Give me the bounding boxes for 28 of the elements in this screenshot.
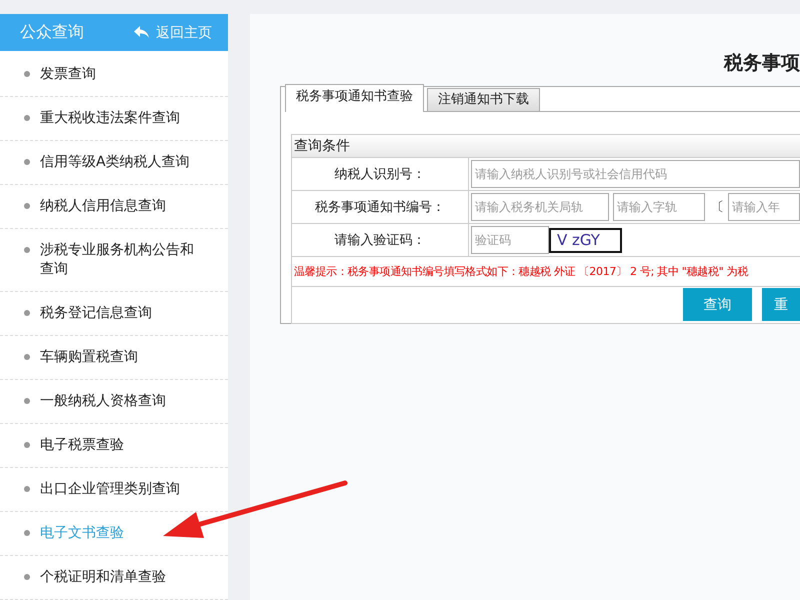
input-field[interactable]: 验证码 bbox=[471, 226, 549, 254]
sidebar-item[interactable]: 个税证明和清单查验 bbox=[0, 556, 228, 600]
captcha-image[interactable]: V zGY bbox=[549, 228, 622, 252]
sidebar-item[interactable]: 车辆购置税查询 bbox=[0, 336, 228, 380]
bracket-text: 〔 bbox=[711, 199, 724, 216]
page-title: 税务事项 bbox=[722, 51, 800, 76]
field-label: 纳税人识别号： bbox=[292, 158, 469, 190]
field-label: 税务事项通知书编号： bbox=[292, 191, 469, 223]
sidebar-item[interactable]: 纳税人信用信息查询 bbox=[0, 185, 228, 229]
section-header: 查询条件 bbox=[292, 135, 800, 158]
field-label: 请输入验证码： bbox=[292, 224, 469, 256]
input-field[interactable]: 请输入字轨 bbox=[613, 193, 705, 221]
sidebar-item[interactable]: 一般纳税人资格查询 bbox=[0, 380, 228, 424]
hint-text: 温馨提示：税务事项通知书编号填写格式如下：穗越税 外证 〔2017〕 2 号; 其中 "穗越税" 为税 bbox=[292, 257, 800, 287]
back-arrow-icon bbox=[134, 26, 150, 39]
sidebar-item[interactable]: 重大税收违法案件查询 bbox=[0, 97, 228, 141]
input-field[interactable]: 请输入年 bbox=[728, 193, 800, 221]
sidebar-item[interactable]: 发票查询 bbox=[0, 53, 228, 97]
tab[interactable]: 注销通知书下载 bbox=[427, 88, 540, 111]
tab[interactable]: 税务事项通知书查验 bbox=[285, 84, 424, 112]
sidebar-title: 公众查询 bbox=[20, 22, 84, 43]
sidebar-item[interactable]: 出口企业管理类别查询 bbox=[0, 468, 228, 512]
sidebar-item[interactable]: 信用等级A类纳税人查询 bbox=[0, 141, 228, 185]
sidebar-item[interactable]: 电子税票查验 bbox=[0, 424, 228, 468]
input-field[interactable]: 请输入税务机关局轨 bbox=[471, 193, 609, 221]
sidebar-item[interactable]: 涉税专业服务机构公告和查询 bbox=[0, 229, 228, 292]
input-field[interactable]: 请输入纳税人识别号或社会信用代码 bbox=[471, 160, 800, 188]
sidebar-item[interactable]: 税务登记信息查询 bbox=[0, 292, 228, 336]
